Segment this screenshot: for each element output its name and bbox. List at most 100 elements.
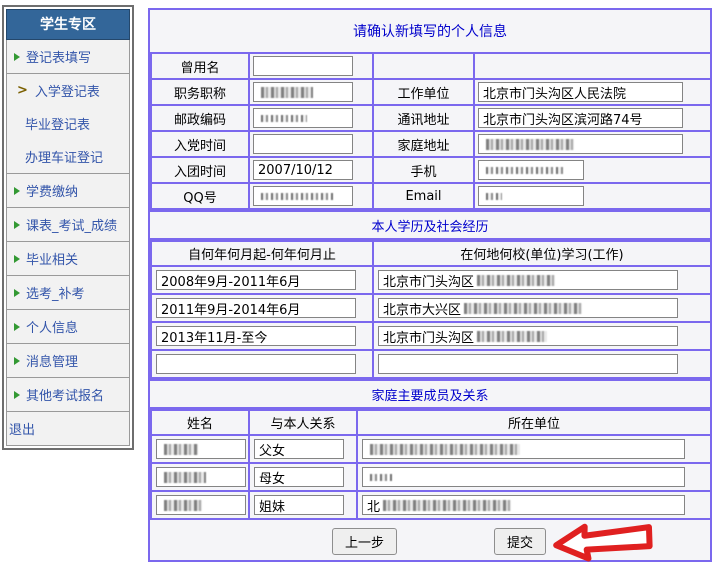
email-field[interactable] [478, 186, 584, 206]
submit-button[interactable]: 提交 [494, 528, 546, 555]
work-unit-label: 工作单位 [373, 79, 474, 105]
family-unit-field-3[interactable]: 北 [362, 495, 685, 515]
table-row: 曾用名 [151, 53, 711, 79]
table-row: 自何年何月起-何年何月止 在何地何校(单位)学习(工作) [151, 241, 711, 266]
postal-code-field[interactable] [253, 108, 353, 128]
sidebar-item-elective-makeup-exam[interactable]: 选考_补考 [7, 276, 129, 309]
sidebar-item-graduation-form[interactable]: 毕业登记表 [7, 107, 129, 140]
table-row: 邮政编码 通讯地址 北京市门头沟区滨河路74号 [151, 105, 711, 131]
table-row: 入党时间 家庭地址 [151, 131, 711, 157]
sidebar-item-schedule-exam-grades[interactable]: 课表_考试_成绩 [7, 208, 129, 241]
family-relation-header: 与本人关系 [249, 410, 357, 435]
mailing-address-field[interactable]: 北京市门头沟区滨河路74号 [478, 108, 683, 128]
family-relation-field-2[interactable]: 母女 [254, 467, 344, 487]
education-place-field-2[interactable]: 北京市大兴区 [378, 298, 678, 318]
table-row: 2008年9月-2011年6月 北京市门头沟区 [151, 266, 711, 294]
green-triangle-icon [14, 187, 20, 195]
sidebar-item-vehicle-pass[interactable]: 办理车证登记 [7, 140, 129, 173]
education-period-header: 自何年何月起-何年何月止 [151, 241, 373, 266]
green-triangle-icon [14, 391, 20, 399]
education-period-field-2[interactable]: 2011年9月-2014年6月 [156, 298, 356, 318]
form-title: 请确认新填写的个人信息 [150, 10, 710, 52]
family-unit-header: 所在单位 [357, 410, 711, 435]
family-unit-field-2[interactable] [362, 467, 685, 487]
family-name-header: 姓名 [151, 410, 249, 435]
sidebar-item-label: 课表_考试_成绩 [26, 215, 117, 234]
sidebar-item-label: 个人信息 [26, 317, 78, 336]
table-row [151, 350, 711, 378]
empty-cell [474, 53, 711, 79]
family-unit-field-1[interactable] [362, 439, 685, 459]
postal-code-label: 邮政编码 [151, 105, 249, 131]
qq-number-label: QQ号 [151, 183, 249, 209]
table-row: 2011年9月-2014年6月 北京市大兴区 [151, 294, 711, 322]
table-row: 姐妹 北 [151, 491, 711, 519]
personal-info-table: 曾用名 职务职称 工作单位 北京市门头沟区人民法院 邮政编码 通讯地址 北京市门… [150, 52, 712, 210]
home-address-field[interactable] [478, 134, 683, 154]
sidebar-item-enrollment-form[interactable]: > 入学登记表 [7, 74, 129, 107]
family-name-field-3[interactable] [156, 495, 246, 515]
league-join-date-label: 入团时间 [151, 157, 249, 183]
confirm-info-form: 请确认新填写的个人信息 曾用名 职务职称 工作单位 北京市门头沟区人民法院 邮政… [148, 8, 712, 562]
sidebar-item-label: 学费缴纳 [26, 181, 78, 200]
sidebar-item-label: 毕业相关 [26, 249, 78, 268]
sidebar-group: > 入学登记表 毕业登记表 办理车证登记 [6, 74, 130, 174]
education-place-field-4[interactable] [378, 354, 678, 374]
education-section-title: 本人学历及社会经历 [150, 210, 710, 240]
green-triangle-icon [14, 255, 20, 263]
family-name-field-2[interactable] [156, 467, 246, 487]
sidebar-item-logout[interactable]: 退出 [7, 412, 129, 445]
sidebar-item-label: 毕业登记表 [25, 114, 90, 133]
former-name-field[interactable] [253, 56, 353, 76]
sidebar-group: 登记表填写 [6, 40, 130, 74]
party-join-date-field[interactable] [253, 134, 353, 154]
green-triangle-icon [14, 323, 20, 331]
home-address-label: 家庭地址 [373, 131, 474, 157]
previous-step-button[interactable]: 上一步 [332, 528, 397, 555]
button-bar: 上一步 提交 [150, 520, 710, 560]
sidebar-item-label: 入学登记表 [35, 81, 100, 100]
table-row: 父女 [151, 435, 711, 463]
table-row: 母女 [151, 463, 711, 491]
table-row: 2013年11月-至今 北京市门头沟区 [151, 322, 711, 350]
selected-marker-icon: > [17, 83, 28, 98]
family-relation-field-3[interactable]: 姐妹 [254, 495, 344, 515]
mailing-address-label: 通讯地址 [373, 105, 474, 131]
former-name-label: 曾用名 [151, 53, 249, 79]
family-section-title: 家庭主要成员及关系 [150, 379, 710, 409]
sidebar-item-label: 消息管理 [26, 351, 78, 370]
sidebar-item-other-exam-signup[interactable]: 其他考试报名 [7, 378, 129, 411]
education-place-field-1[interactable]: 北京市门头沟区 [378, 270, 678, 290]
party-join-date-label: 入党时间 [151, 131, 249, 157]
sidebar-item-label: 退出 [9, 419, 35, 438]
sidebar: 学生专区 登记表填写 > 入学登记表 毕业登记表 办理车证登记 学费缴纳 课表_… [2, 5, 134, 450]
table-row: 姓名 与本人关系 所在单位 [151, 410, 711, 435]
sidebar-item-label: 登记表填写 [26, 47, 91, 66]
green-triangle-icon [14, 53, 20, 61]
job-title-field[interactable] [253, 82, 353, 102]
qq-number-field[interactable] [253, 186, 353, 206]
red-left-arrow-icon [550, 520, 660, 566]
education-period-field-3[interactable]: 2013年11月-至今 [156, 326, 356, 346]
empty-label [373, 53, 474, 79]
sidebar-item-label: 办理车证登记 [25, 147, 103, 166]
work-unit-field[interactable]: 北京市门头沟区人民法院 [478, 82, 683, 102]
email-label: Email [373, 183, 474, 209]
mobile-field[interactable] [478, 160, 584, 180]
sidebar-item-tuition[interactable]: 学费缴纳 [7, 174, 129, 207]
sidebar-item-personal-info[interactable]: 个人信息 [7, 310, 129, 343]
green-triangle-icon [14, 289, 20, 297]
league-join-date-field[interactable]: 2007/10/12 [253, 160, 353, 180]
green-triangle-icon [14, 221, 20, 229]
education-period-field-1[interactable]: 2008年9月-2011年6月 [156, 270, 356, 290]
sidebar-item-messages[interactable]: 消息管理 [7, 344, 129, 377]
education-place-field-3[interactable]: 北京市门头沟区 [378, 326, 678, 346]
table-row: 职务职称 工作单位 北京市门头沟区人民法院 [151, 79, 711, 105]
job-title-label: 职务职称 [151, 79, 249, 105]
mobile-label: 手机 [373, 157, 474, 183]
sidebar-item-registration-forms[interactable]: 登记表填写 [7, 40, 129, 73]
sidebar-item-graduation-related[interactable]: 毕业相关 [7, 242, 129, 275]
education-period-field-4[interactable] [156, 354, 356, 374]
family-name-field-1[interactable] [156, 439, 246, 459]
family-relation-field-1[interactable]: 父女 [254, 439, 344, 459]
